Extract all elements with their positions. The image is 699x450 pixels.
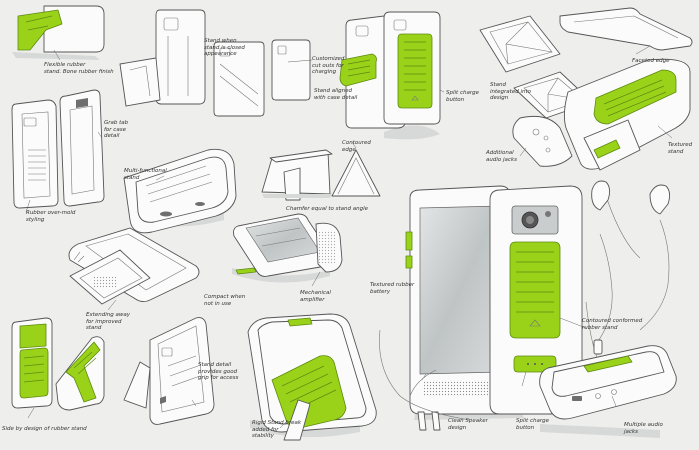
- sketch-phone-green-stand: [12, 5, 105, 61]
- sketch-multifunction-stand: [123, 148, 237, 234]
- annotation-23: Split charge button: [516, 418, 549, 431]
- annotation-20: Stand detail provides good grip for acce…: [198, 362, 239, 381]
- annotation-6: Stand integrated into design: [490, 82, 531, 101]
- annotation-24: Multiple audio jacks: [624, 422, 663, 435]
- annotation-7: Faceted edge: [632, 58, 670, 64]
- sketch-case-green-clip: [339, 11, 445, 140]
- annotation-5: Split charge button: [446, 90, 479, 103]
- sketch-textured-device: [512, 58, 691, 171]
- annotation-17: Mechanical amplifier: [300, 290, 331, 303]
- annotation-9: Rubber over-mold styling: [26, 210, 76, 223]
- annotation-16: Compact when not in use: [204, 294, 246, 307]
- annotation-22: Clean Speaker design: [448, 418, 488, 431]
- annotation-18: Textured rubber battery: [370, 282, 415, 295]
- annotation-15: Extending away for improved stand: [86, 312, 130, 331]
- annotation-13: Additional audio jacks: [486, 150, 517, 163]
- annotation-3: Customized cut outs for charging: [312, 56, 345, 75]
- annotation-12: Chamfer equal to stand angle: [286, 206, 369, 212]
- annotation-4: Stand aligned with case detail: [314, 88, 358, 101]
- sketch-green-stand-rear: [11, 317, 105, 419]
- sketch-mechanical-amplifier: [232, 213, 343, 287]
- annotation-21: Rigid Stand break added for stability: [252, 420, 302, 439]
- annotation-10: Multi-functional stand: [124, 168, 167, 181]
- annotation-25: Side by design of rubber stand: [2, 426, 87, 432]
- annotation-2: Stand when stand is closed appearance: [204, 38, 245, 57]
- annotation-8: Grab tab for case detail: [104, 120, 129, 139]
- sketch-case-backs-top: [119, 9, 313, 117]
- annotation-14: Textured stand: [668, 142, 693, 155]
- sketch-grab-tab-case: [11, 89, 105, 213]
- annotation-11: Contoured edge: [342, 140, 371, 153]
- annotation-19: Contoured conformed rubber stand: [582, 318, 643, 331]
- sketch-flat-phone: [68, 227, 200, 311]
- concept-sketch-sheet: .o { fill:#fbfbfb; stroke:#555; stroke-w…: [0, 0, 699, 450]
- sketch-earphones: [585, 180, 671, 361]
- annotation-1: Flexible rubber stand. Bone rubber finis…: [44, 62, 114, 75]
